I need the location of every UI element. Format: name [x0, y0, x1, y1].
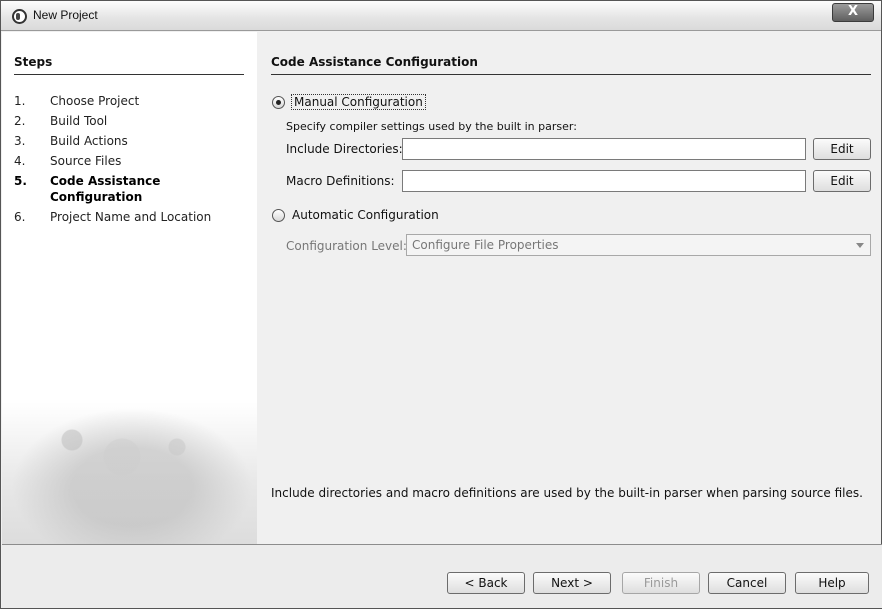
macro-definitions-edit-button[interactable]: Edit: [813, 170, 871, 192]
step-label: Choose Project: [50, 94, 140, 108]
step-list: 1. Choose Project 2. Build Tool 3. Build…: [14, 93, 244, 229]
back-button[interactable]: < Back: [447, 572, 525, 594]
automatic-configuration-label[interactable]: Automatic Configuration: [292, 208, 439, 222]
step-number: 5.: [14, 174, 27, 188]
step-label: Source Files: [50, 154, 122, 168]
panel-divider: [271, 74, 871, 75]
compiler-settings-hint: Specify compiler settings used by the bu…: [286, 120, 577, 133]
include-directories-edit-button[interactable]: Edit: [813, 138, 871, 160]
macro-definitions-label: Macro Definitions:: [286, 174, 395, 188]
step-number: 6.: [14, 210, 26, 224]
configuration-level-label: Configuration Level:: [286, 239, 407, 253]
step-item: 3. Build Actions: [14, 133, 244, 149]
configuration-panel: Code Assistance Configuration Manual Con…: [257, 32, 881, 544]
new-project-dialog: New Project X Steps 1. Choose Project 2.…: [0, 0, 882, 609]
step-label: Code Assistance Configuration: [50, 174, 161, 204]
sidebar-decoration: [2, 402, 257, 544]
step-number: 2.: [14, 114, 26, 128]
step-number: 1.: [14, 94, 26, 108]
automatic-configuration-radio[interactable]: [272, 209, 285, 222]
netbeans-app-icon: [12, 9, 27, 24]
step-number: 4.: [14, 154, 26, 168]
macro-definitions-field[interactable]: [402, 170, 806, 192]
finish-button[interactable]: Finish: [622, 572, 700, 594]
title-bar: New Project X: [1, 1, 881, 31]
include-directories-field[interactable]: [402, 138, 806, 160]
step-label: Build Tool: [50, 114, 108, 128]
step-label: Project Name and Location: [50, 210, 212, 224]
cancel-button[interactable]: Cancel: [708, 572, 786, 594]
button-bar: < Back Next > Finish Cancel Help: [2, 545, 882, 608]
step-item-current: 5. Code Assistance Configuration: [14, 173, 244, 205]
step-item: 1. Choose Project: [14, 93, 244, 109]
step-label: Build Actions: [50, 134, 128, 148]
step-item: 2. Build Tool: [14, 113, 244, 129]
manual-configuration-label[interactable]: Manual Configuration: [291, 94, 426, 110]
steps-title: Steps: [14, 55, 53, 69]
next-button[interactable]: Next >: [533, 572, 611, 594]
step-item: 4. Source Files: [14, 153, 244, 169]
description-text: Include directories and macro definition…: [271, 486, 863, 500]
panel-title: Code Assistance Configuration: [271, 55, 478, 69]
window-title: New Project: [33, 8, 98, 22]
configuration-level-select[interactable]: Configure File Properties: [406, 234, 871, 256]
step-item: 6. Project Name and Location: [14, 209, 244, 225]
configuration-level-value: Configure File Properties: [412, 238, 559, 252]
chevron-down-icon: [856, 243, 864, 248]
close-button[interactable]: X: [832, 3, 874, 22]
help-button[interactable]: Help: [795, 572, 869, 594]
include-directories-label: Include Directories:: [286, 142, 403, 156]
manual-configuration-radio[interactable]: [272, 96, 285, 109]
step-number: 3.: [14, 134, 26, 148]
steps-divider: [14, 74, 244, 75]
steps-panel: Steps 1. Choose Project 2. Build Tool 3.…: [2, 32, 257, 544]
